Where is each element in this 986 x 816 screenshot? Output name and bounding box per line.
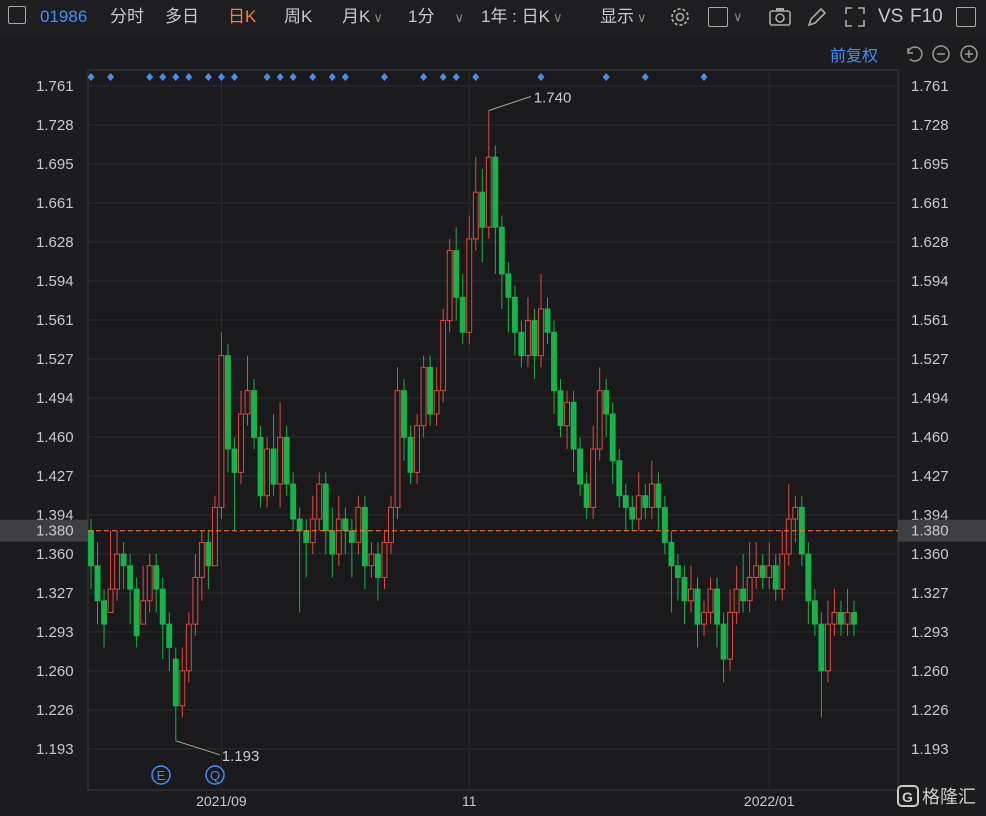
y-tick-label-left: 1.594 — [36, 273, 74, 290]
x-tick-label: 2022/01 — [744, 793, 795, 809]
current-price-label-right: 1.380 — [911, 523, 949, 540]
y-tick-label-left: 1.460 — [36, 429, 74, 446]
y-tick-label-right: 1.761 — [911, 78, 949, 95]
y-tick-label-right: 1.460 — [911, 429, 949, 446]
y-tick-label-right: 1.193 — [911, 741, 949, 758]
y-tick-label-right: 1.494 — [911, 390, 949, 407]
y-tick-label-left: 1.527 — [36, 351, 74, 368]
watermark-text: 格隆汇 — [922, 787, 976, 808]
y-tick-label-left: 1.494 — [36, 390, 74, 407]
y-tick-label-left: 1.561 — [36, 312, 74, 329]
current-price-label-left: 1.380 — [36, 523, 74, 540]
y-tick-label-left: 1.193 — [36, 741, 74, 758]
x-tick-label: 2021/09 — [196, 793, 247, 809]
y-tick-label-left: 1.695 — [36, 156, 74, 173]
y-tick-label-left: 1.226 — [36, 702, 74, 719]
y-tick-label-left: 1.327 — [36, 585, 74, 602]
y-tick-label-right: 1.561 — [911, 312, 949, 329]
y-tick-label-right: 1.695 — [911, 156, 949, 173]
min-price-label: 1.193 — [222, 748, 260, 765]
y-tick-label-right: 1.293 — [911, 624, 949, 641]
y-tick-label-right: 1.260 — [911, 663, 949, 680]
y-tick-label-right: 1.226 — [911, 702, 949, 719]
y-tick-label-right: 1.594 — [911, 273, 949, 290]
y-tick-label-left: 1.661 — [36, 195, 74, 212]
y-tick-label-right: 1.628 — [911, 234, 949, 251]
y-tick-label-right: 1.661 — [911, 195, 949, 212]
y-tick-label-left: 1.761 — [36, 78, 74, 95]
y-tick-label-right: 1.327 — [911, 585, 949, 602]
y-tick-label-left: 1.293 — [36, 624, 74, 641]
event-marker-q-label: Q — [210, 768, 220, 783]
candlestick-chart[interactable]: 1.761 1.761 1.728 1.728 1.695 1.695 1.661 1.661… — [0, 0, 986, 816]
y-tick-label-right: 1.527 — [911, 351, 949, 368]
candle — [218, 332, 225, 520]
event-marker-e-label: E — [157, 768, 166, 783]
candle — [257, 425, 264, 508]
x-tick-label: 11 — [462, 793, 477, 809]
y-tick-label-left: 1.360 — [36, 546, 74, 563]
max-price-label: 1.740 — [534, 90, 572, 107]
y-tick-label-right: 1.728 — [911, 117, 949, 134]
y-tick-label-left: 1.728 — [36, 117, 74, 134]
y-tick-label-left: 1.628 — [36, 234, 74, 251]
candle — [440, 308, 447, 403]
y-tick-label-left: 1.260 — [36, 663, 74, 680]
candle — [420, 355, 427, 438]
x-axis-ticks: 2021/09 11 2022/01 — [196, 793, 795, 809]
watermark: G 格隆汇 — [897, 785, 976, 808]
svg-text:G: G — [902, 789, 913, 805]
y-tick-label-left: 1.427 — [36, 468, 74, 485]
y-tick-label-right: 1.427 — [911, 468, 949, 485]
y-tick-label-right: 1.360 — [911, 546, 949, 563]
candle — [446, 238, 453, 333]
